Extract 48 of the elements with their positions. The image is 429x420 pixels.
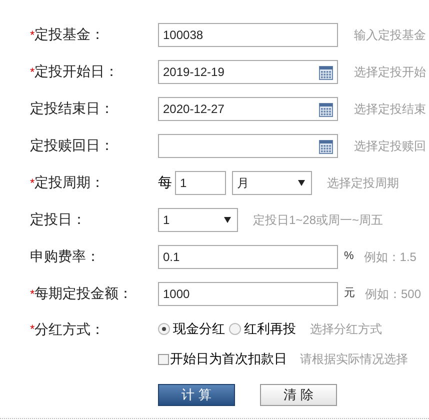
- number-field[interactable]: 1: [175, 170, 226, 194]
- prefix-text: 每: [158, 173, 172, 192]
- hint-text: 请根据实际情况选择: [300, 351, 408, 368]
- dropdown-arrow-icon: [224, 216, 231, 222]
- hint-text: 选择定投赎回: [354, 138, 426, 154]
- hint-text: 例如：1.5: [364, 248, 416, 266]
- hint-text: 定投日1~28或周一~周五: [253, 212, 384, 228]
- radio-option[interactable]: 现金分红: [158, 319, 225, 339]
- field-label: 定投基金：: [34, 25, 105, 44]
- field-label: 每期定投金额：: [34, 284, 133, 303]
- date-field[interactable]: 2019-12-19: [158, 60, 338, 84]
- required-mark: *: [30, 286, 35, 302]
- day-dropdown[interactable]: 1: [158, 208, 238, 232]
- date-value: 2019-12-19: [163, 64, 224, 80]
- hint-text: 选择定投结束: [354, 100, 426, 118]
- calculate-button[interactable]: 计 算: [158, 384, 235, 406]
- hint-text: 选择分红方式: [310, 321, 382, 338]
- text-field[interactable]: 1000: [158, 282, 338, 306]
- calendar-icon[interactable]: [319, 66, 333, 80]
- unit-text: 元: [344, 286, 355, 302]
- text-field[interactable]: 0.1: [158, 244, 338, 268]
- hint-text: 选择定投周期: [327, 174, 399, 192]
- hint-text: 选择定投开始: [354, 64, 426, 80]
- required-mark: *: [30, 321, 35, 338]
- field-label: 定投开始日：: [34, 62, 119, 81]
- date-field[interactable]: 2020-12-27: [158, 96, 338, 120]
- hint-text: 输入定投基金: [354, 26, 426, 44]
- clear-button[interactable]: 清 除: [260, 384, 337, 406]
- dropdown-arrow-icon: [298, 180, 305, 186]
- field-label: 申购费率：: [30, 247, 100, 266]
- field-label: 定投周期：: [34, 173, 105, 192]
- hint-text: 例如：500: [365, 286, 422, 302]
- calendar-icon[interactable]: [319, 140, 333, 154]
- start-day-checkbox[interactable]: 开始日为首次扣款日: [158, 349, 287, 369]
- required-mark: *: [30, 28, 35, 44]
- required-mark: *: [30, 64, 35, 80]
- text-field[interactable]: 100038: [158, 22, 338, 46]
- required-mark: *: [30, 176, 35, 192]
- date-value: 2020-12-27: [163, 100, 224, 118]
- field-label: 定投赎回日：: [30, 136, 114, 155]
- field-label: 定投结束日：: [30, 99, 114, 118]
- field-label: 分红方式：: [34, 320, 105, 338]
- unit-dropdown[interactable]: 月: [232, 170, 312, 194]
- unit-text: %: [344, 249, 354, 264]
- calendar-icon[interactable]: [319, 102, 333, 116]
- radio-option[interactable]: 红利再投: [229, 319, 296, 339]
- date-field[interactable]: [158, 134, 338, 158]
- field-label: 定投日：: [30, 210, 86, 229]
